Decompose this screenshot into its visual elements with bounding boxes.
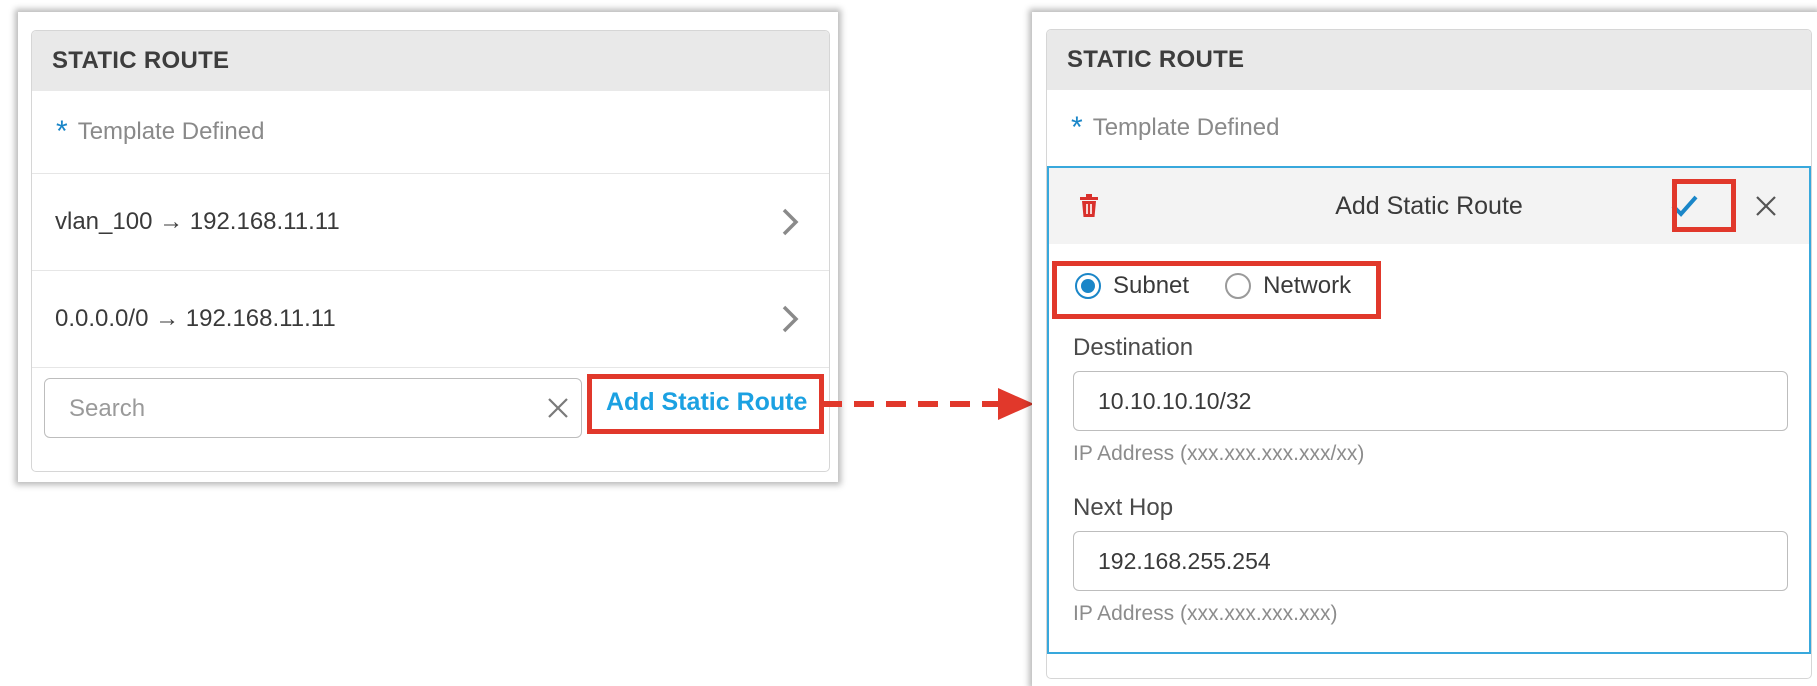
template-defined-label: Template Defined <box>77 118 265 145</box>
next-hop-hint: IP Address (xxx.xxx.xxx.xxx) <box>1073 602 1338 625</box>
trash-icon[interactable] <box>1079 194 1099 218</box>
search-input[interactable] <box>67 393 531 425</box>
search-box <box>44 378 582 438</box>
route-row[interactable]: vlan_100 → 192.168.11.11 <box>32 173 829 270</box>
highlight-confirm-button <box>1672 179 1736 232</box>
star-icon: * <box>56 115 68 148</box>
template-defined-label: Template Defined <box>1092 114 1280 141</box>
template-defined-row: * Template Defined <box>1047 90 1811 166</box>
chevron-right-icon <box>782 305 799 333</box>
clear-icon[interactable] <box>545 395 571 421</box>
template-defined-row: * Template Defined <box>32 91 829 173</box>
route-label: 0.0.0.0/0 → 192.168.11.11 <box>55 305 336 332</box>
next-hop-field[interactable] <box>1073 531 1788 591</box>
card-header: STATIC ROUTE <box>1047 30 1811 90</box>
highlight-add-link <box>587 374 824 434</box>
right-screenshot: STATIC ROUTE * Template Defined Add Stat… <box>1032 12 1817 686</box>
close-icon[interactable] <box>1754 194 1778 218</box>
panel-title: Add Static Route <box>1335 191 1523 220</box>
highlight-radio-group <box>1052 261 1381 319</box>
destination-field[interactable] <box>1073 371 1788 431</box>
chevron-right-icon <box>782 208 799 236</box>
star-icon: * <box>1071 111 1083 144</box>
destination-label: Destination <box>1073 334 1194 361</box>
route-row[interactable]: 0.0.0.0/0 → 192.168.11.11 <box>32 270 829 367</box>
static-route-card: STATIC ROUTE * Template Defined Add Stat… <box>1046 29 1812 679</box>
card-header: STATIC ROUTE <box>32 31 829 91</box>
destination-hint: IP Address (xxx.xxx.xxx.xxx/xx) <box>1073 442 1365 465</box>
route-label: vlan_100 → 192.168.11.11 <box>55 208 340 235</box>
next-hop-label: Next Hop <box>1073 494 1174 521</box>
arrow-right-icon <box>822 388 1034 420</box>
add-static-route-panel: Add Static Route Subnet Network Destinat… <box>1047 166 1811 654</box>
